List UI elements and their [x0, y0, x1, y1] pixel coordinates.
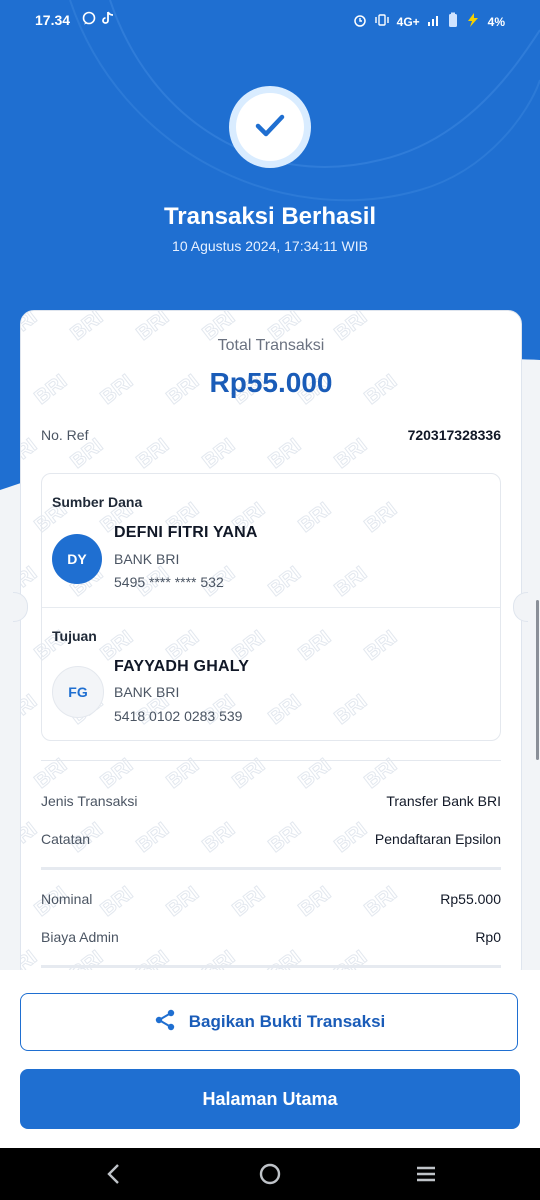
- svg-text:BRI: BRI: [265, 818, 306, 857]
- network-label: 4G+: [396, 14, 420, 29]
- recents-menu-icon[interactable]: [414, 1162, 438, 1191]
- check-icon: [250, 105, 290, 150]
- watermark-mark: BRI: [21, 562, 42, 602]
- svg-text:BRI: BRI: [265, 434, 306, 473]
- destination-bank: BANK BRI: [114, 684, 180, 700]
- scrollbar[interactable]: [536, 600, 539, 760]
- watermark-mark: BRI: [294, 882, 336, 922]
- svg-text:BRI: BRI: [133, 818, 174, 857]
- watermark-mark: BRI: [162, 882, 204, 922]
- section-divider: [41, 867, 501, 870]
- source-avatar: DY: [52, 534, 102, 584]
- detail-value-jenis: Transfer Bank BRI: [386, 793, 501, 809]
- battery-percent: 4%: [487, 14, 505, 29]
- detail-value-catatan: Pendaftaran Epsilon: [374, 831, 501, 847]
- status-bar: 17.34 4G+ 4%: [0, 0, 540, 40]
- detail-label-admin: Biaya Admin: [41, 929, 119, 945]
- svg-text:BRI: BRI: [361, 882, 402, 921]
- watermark-mark: BRI: [264, 818, 306, 858]
- svg-text:BRI: BRI: [163, 882, 204, 921]
- svg-text:BRI: BRI: [331, 818, 372, 857]
- detail-label-catatan: Catatan: [41, 831, 91, 847]
- watermark-mark: BRI: [21, 818, 42, 858]
- watermark-mark: BRI: [198, 818, 240, 858]
- watermark-mark: BRI: [21, 434, 42, 474]
- share-icon: [153, 1008, 177, 1037]
- signal-icon: [427, 14, 441, 29]
- success-badge: [229, 86, 311, 168]
- home-circle-icon[interactable]: [258, 1162, 282, 1191]
- watermark-mark: BRI: [330, 818, 372, 858]
- watermark-mark: BRI: [132, 434, 174, 474]
- tiktok-icon: [102, 11, 114, 28]
- svg-text:BRI: BRI: [229, 882, 270, 921]
- total-amount: Rp55.000: [209, 367, 333, 398]
- source-name: DEFNI FITRI YANA: [114, 524, 258, 541]
- party-divider: [42, 607, 500, 608]
- detail-value-nominal: Rp55.000: [440, 891, 501, 907]
- watermark-mark: BRI: [228, 882, 270, 922]
- detail-label-jenis: Jenis Transaksi: [41, 793, 138, 809]
- battery-icon: [448, 12, 458, 31]
- transaction-datetime: 10 Agustus 2024, 17:34:11 WIB: [172, 238, 368, 254]
- svg-text:BRI: BRI: [21, 690, 41, 729]
- system-nav-bar: [0, 1148, 540, 1200]
- ref-number: 720317328336: [407, 427, 501, 443]
- charging-icon: [465, 13, 481, 30]
- svg-text:BRI: BRI: [21, 434, 41, 473]
- destination-avatar: FG: [52, 666, 104, 718]
- whatsapp-icon: [82, 11, 96, 28]
- destination-heading: Tujuan: [52, 628, 97, 644]
- section-divider: [41, 760, 501, 761]
- watermark-mark: BRI: [132, 818, 174, 858]
- watermark-mark: BRI: [330, 434, 372, 474]
- vibrate-icon: [374, 13, 390, 30]
- watermark-mark: BRI: [264, 434, 306, 474]
- destination-account: 5418 0102 0283 539: [114, 708, 243, 724]
- alarm-icon: [353, 13, 367, 30]
- svg-text:BRI: BRI: [133, 434, 174, 473]
- svg-text:BRI: BRI: [21, 562, 41, 601]
- source-bank: BANK BRI: [114, 551, 180, 567]
- svg-text:BRI: BRI: [199, 434, 240, 473]
- svg-text:BRI: BRI: [331, 434, 372, 473]
- share-receipt-button[interactable]: Bagikan Bukti Transaksi: [20, 993, 518, 1051]
- ref-label: No. Ref: [41, 427, 89, 443]
- source-account: 5495 **** **** 532: [114, 574, 224, 590]
- status-time: 17.34: [35, 12, 71, 28]
- svg-text:BRI: BRI: [199, 818, 240, 857]
- watermark-mark: BRI: [96, 882, 138, 922]
- home-button[interactable]: Halaman Utama: [20, 1069, 520, 1129]
- detail-label-nominal: Nominal: [41, 891, 93, 907]
- source-heading: Sumber Dana: [52, 494, 143, 510]
- home-button-label: Halaman Utama: [202, 1088, 338, 1109]
- section-divider: [41, 965, 501, 968]
- destination-name: FAYYADH GHALY: [114, 658, 250, 675]
- total-label: Total Transaksi: [217, 337, 325, 354]
- svg-text:BRI: BRI: [97, 882, 138, 921]
- action-panel: Bagikan Bukti Transaksi Halaman Utama: [0, 970, 540, 1148]
- page-title: Transaksi Berhasil: [163, 203, 377, 230]
- detail-value-admin: Rp0: [475, 929, 501, 945]
- watermark-mark: BRI: [21, 690, 42, 730]
- receipt-card: BRI BRI BRI BRI BRI BRI BRI BRI BRI BRI BRI BRI BRI B…: [20, 310, 522, 982]
- svg-text:BRI: BRI: [295, 882, 336, 921]
- watermark-mark: BRI: [360, 882, 402, 922]
- watermark-mark: BRI: [198, 434, 240, 474]
- svg-text:BRI: BRI: [21, 818, 41, 857]
- back-icon[interactable]: [104, 1162, 124, 1191]
- parties-box: Sumber Dana DY DEFNI FITRI YANA BANK BRI…: [41, 473, 501, 741]
- share-receipt-label: Bagikan Bukti Transaksi: [188, 1012, 386, 1031]
